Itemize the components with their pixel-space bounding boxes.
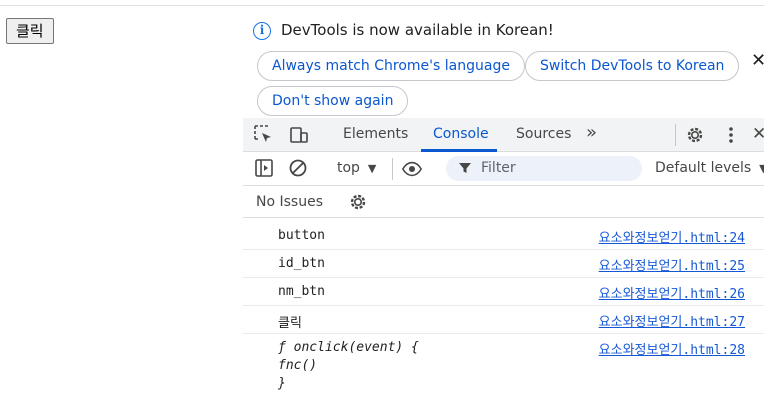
function-body: fnc() xyxy=(278,358,318,373)
close-icon[interactable]: ✕ xyxy=(751,50,764,71)
close-devtools-icon[interactable]: ✕ xyxy=(752,124,764,144)
filter-divider xyxy=(392,158,393,180)
info-icon: i xyxy=(253,22,271,40)
more-options-icon[interactable] xyxy=(720,124,742,146)
console-log-row: button 요소와정보얻기.html:24 xyxy=(243,222,764,250)
filter-input[interactable] xyxy=(446,156,642,181)
inspect-element-icon[interactable] xyxy=(253,124,275,146)
device-toolbar-icon[interactable] xyxy=(288,124,310,146)
settings-gear-icon[interactable] xyxy=(684,124,706,146)
log-source-link[interactable]: 요소와정보얻기.html:24 xyxy=(599,227,745,246)
log-message: nm_btn xyxy=(278,284,325,299)
function-close: } xyxy=(278,376,286,391)
more-tabs-icon[interactable]: » xyxy=(586,122,597,143)
devtools-toolbar: Elements Console Sources » ✕ xyxy=(243,118,764,152)
log-source-link[interactable]: 요소와정보얻기.html:25 xyxy=(599,255,745,274)
issues-label[interactable]: No Issues xyxy=(256,194,323,210)
function-signature: ƒ onclick(event) { xyxy=(278,340,419,355)
log-source-link[interactable]: 요소와정보얻기.html:26 xyxy=(599,283,745,302)
log-message: button xyxy=(278,228,325,243)
log-message: id_btn xyxy=(278,256,325,271)
log-levels-dropdown[interactable]: Default levels ▼ xyxy=(655,160,764,176)
switch-to-korean-button[interactable]: Switch DevTools to Korean xyxy=(525,51,740,81)
console-settings-gear-icon[interactable] xyxy=(347,191,369,213)
log-levels-label: Default levels xyxy=(655,160,752,176)
filter-funnel-icon xyxy=(459,163,471,173)
context-selector[interactable]: top ▼ xyxy=(337,160,376,176)
sidebar-toggle-icon[interactable] xyxy=(253,157,275,179)
dont-show-again-button[interactable]: Don't show again xyxy=(257,86,409,116)
console-log-row: 클릭 요소와정보얻기.html:27 xyxy=(243,306,764,334)
banner-message: DevTools is now available in Korean! xyxy=(281,21,554,39)
log-source-link[interactable]: 요소와정보얻기.html:27 xyxy=(599,311,745,330)
language-banner: i DevTools is now available in Korean! ✕… xyxy=(243,6,764,118)
tab-elements[interactable]: Elements xyxy=(343,126,408,142)
tab-sources[interactable]: Sources xyxy=(516,126,571,142)
filter-placeholder: Filter xyxy=(481,160,516,176)
chevron-down-icon: ▼ xyxy=(364,162,377,175)
function-preview[interactable]: ƒ onclick(event) { fnc() } xyxy=(278,339,419,393)
console-filter-bar: top ▼ Filter Default levels ▼ xyxy=(243,152,764,186)
toolbar-divider xyxy=(675,124,676,146)
tab-console[interactable]: Console xyxy=(433,126,489,142)
click-button[interactable]: 클릭 xyxy=(6,18,54,44)
console-log-row: id_btn 요소와정보얻기.html:25 xyxy=(243,250,764,278)
context-value: top xyxy=(337,160,360,176)
devtools-panel: i DevTools is now available in Korean! ✕… xyxy=(243,6,764,405)
always-match-language-button[interactable]: Always match Chrome's language xyxy=(257,51,525,81)
console-log-row: nm_btn 요소와정보얻기.html:26 xyxy=(243,278,764,306)
console-log-row: ƒ onclick(event) { fnc() } 요소와정보얻기.html:… xyxy=(243,334,764,398)
clear-console-icon[interactable] xyxy=(287,157,309,179)
log-source-link[interactable]: 요소와정보얻기.html:28 xyxy=(599,339,745,358)
chevron-down-icon: ▼ xyxy=(759,162,764,175)
log-message: 클릭 xyxy=(278,316,302,331)
issues-bar: No Issues xyxy=(243,186,764,218)
live-expression-eye-icon[interactable] xyxy=(401,158,423,180)
